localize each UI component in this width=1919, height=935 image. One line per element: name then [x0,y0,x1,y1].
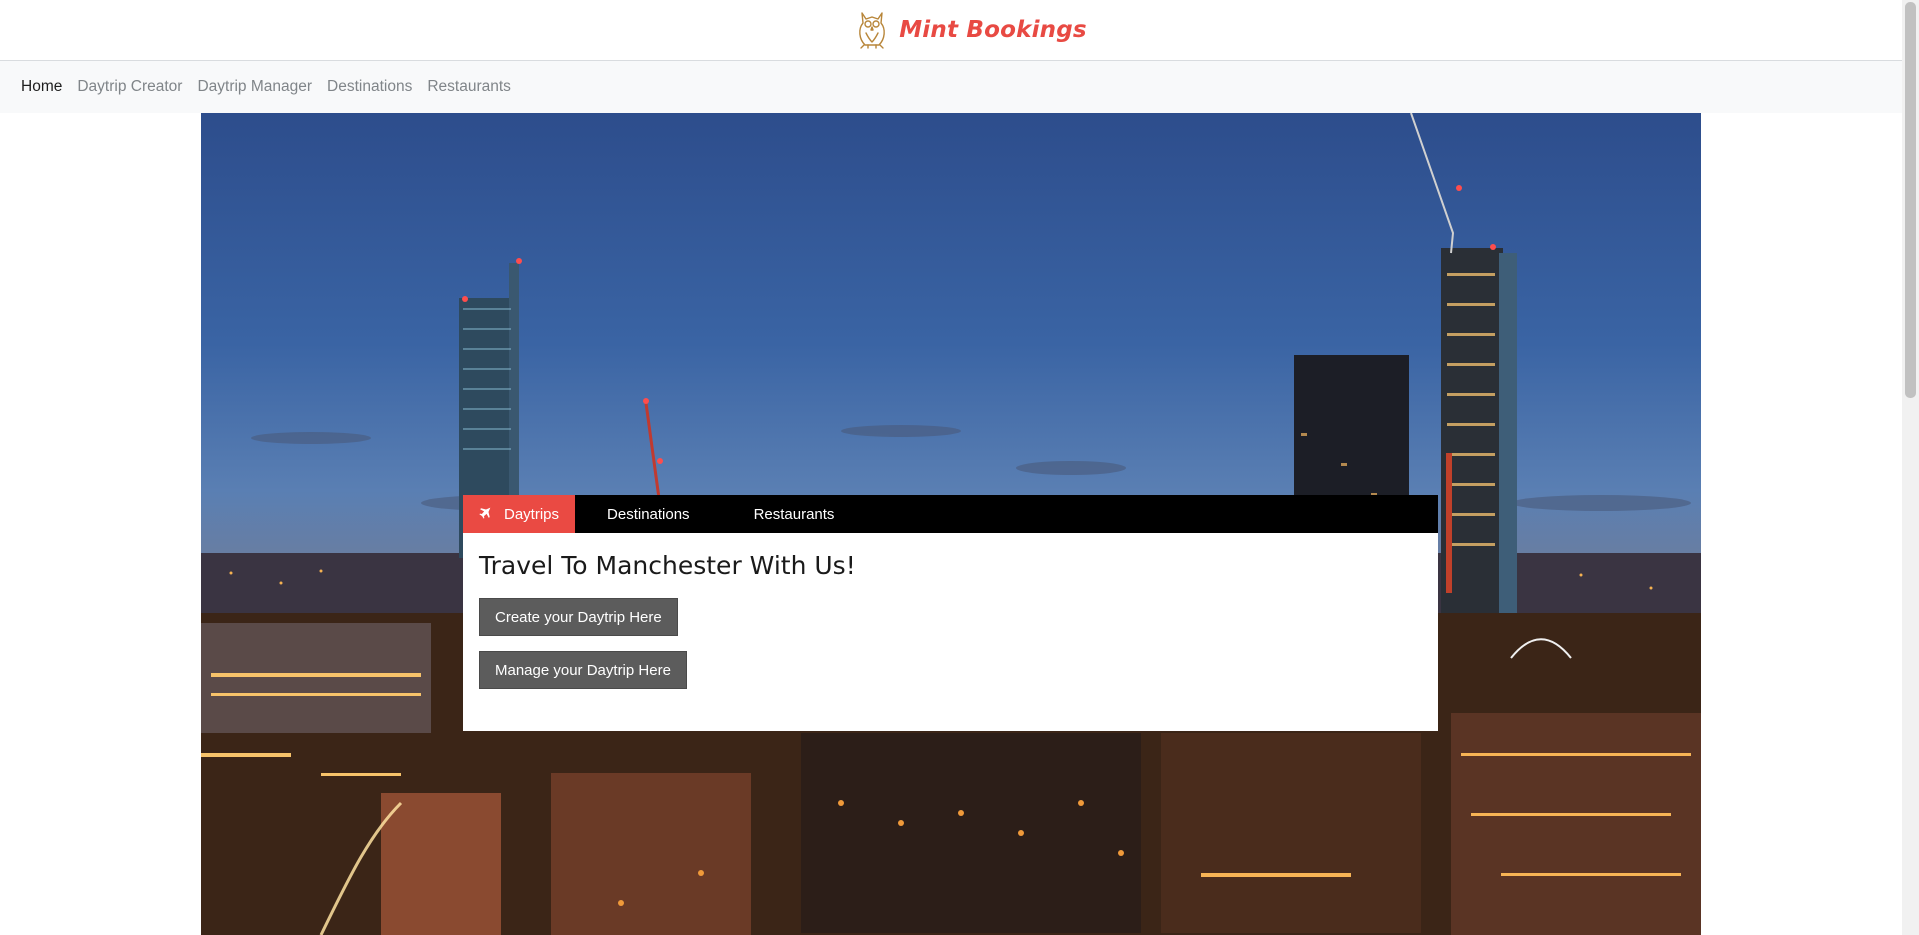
scrollbar-thumb[interactable] [1905,2,1916,398]
tab-daytrips[interactable]: Daytrips [463,495,576,533]
manage-daytrip-button[interactable]: Manage your Daytrip Here [479,651,687,689]
tab-restaurants[interactable]: Restaurants [722,495,867,533]
site-header: Mint Bookings [0,0,1902,61]
nav-restaurants[interactable]: Restaurants [427,78,511,96]
panel-body: Travel To Manchester With Us! Create you… [463,533,1438,731]
panel-title: Travel To Manchester With Us! [479,551,856,580]
brand[interactable]: Mint Bookings [855,7,1087,54]
page-scrollbar[interactable] [1902,0,1919,935]
nav-home[interactable]: Home [21,78,62,96]
tab-destinations[interactable]: Destinations [575,495,722,533]
create-daytrip-button[interactable]: Create your Daytrip Here [479,598,678,636]
daytrip-panel: Daytrips Destinations Restaurants Travel… [463,495,1438,731]
owl-icon [855,7,889,54]
panel-tabs: Daytrips Destinations Restaurants [463,495,1438,533]
main-nav: Home Daytrip Creator Daytrip Manager Des… [0,61,1902,113]
plane-icon [479,505,493,523]
nav-destinations[interactable]: Destinations [327,78,412,96]
brand-name: Mint Bookings [899,17,1087,43]
nav-daytrip-manager[interactable]: Daytrip Manager [197,78,312,96]
nav-daytrip-creator[interactable]: Daytrip Creator [77,78,182,96]
tab-daytrips-label: Daytrips [504,505,560,523]
